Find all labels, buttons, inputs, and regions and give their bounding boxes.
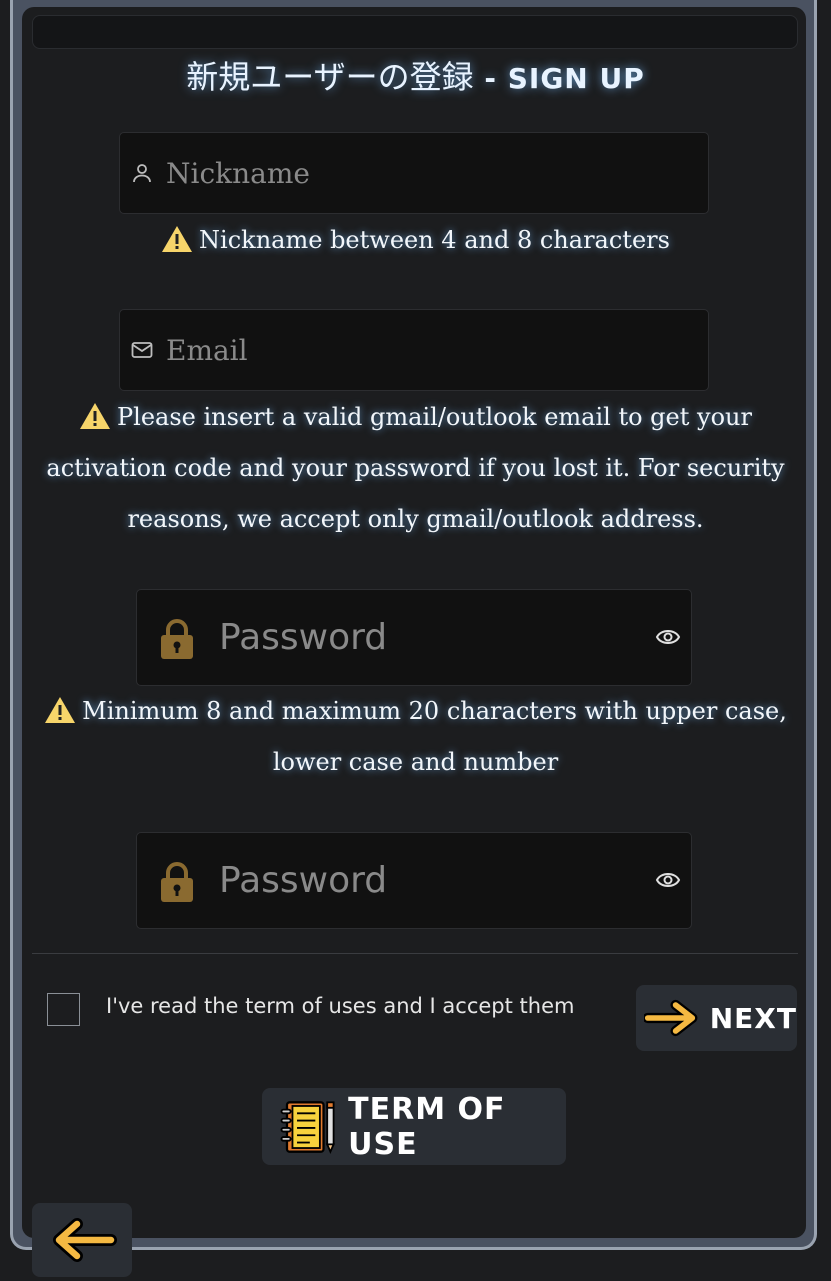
next-button-label: NEXT bbox=[709, 1001, 797, 1035]
mail-icon bbox=[131, 342, 153, 358]
nickname-warning-text: Nickname between 4 and 8 characters bbox=[199, 226, 670, 254]
notebook-icon bbox=[280, 1100, 335, 1154]
password-warning-line: Minimum 8 and maximum 20 characters with… bbox=[0, 686, 831, 737]
email-field bbox=[119, 309, 709, 391]
nickname-warning: Nickname between 4 and 8 characters bbox=[0, 215, 831, 266]
warning-icon bbox=[45, 697, 76, 723]
nickname-field bbox=[119, 132, 709, 214]
divider bbox=[32, 953, 798, 954]
title-separator: - bbox=[473, 62, 508, 95]
arrow-left-icon bbox=[53, 1218, 117, 1262]
eye-icon[interactable] bbox=[655, 626, 681, 648]
top-bar bbox=[32, 15, 798, 49]
password-warning: Minimum 8 and maximum 20 characters with… bbox=[0, 686, 831, 788]
password-warning-text-1: Minimum 8 and maximum 20 characters with… bbox=[82, 697, 787, 725]
next-button[interactable]: NEXT bbox=[636, 985, 797, 1051]
password-field bbox=[136, 589, 692, 686]
title-japanese: 新規ユーザーの登録 bbox=[186, 58, 474, 96]
page-title: 新規ユーザーの登録 - SIGN UP bbox=[0, 52, 831, 98]
password-input[interactable] bbox=[219, 590, 619, 684]
arrow-right-icon bbox=[644, 999, 698, 1037]
user-icon bbox=[133, 164, 151, 183]
email-warning-text-2: activation code and your password if you… bbox=[46, 454, 785, 482]
back-button[interactable] bbox=[32, 1203, 132, 1277]
email-warning-text-3: reasons, we accept only gmail/outlook ad… bbox=[127, 505, 704, 533]
nickname-input[interactable] bbox=[166, 133, 686, 213]
lock-icon bbox=[161, 862, 193, 902]
title-english: SIGN UP bbox=[507, 62, 645, 95]
term-of-use-label: TERM OF USE bbox=[348, 1091, 506, 1162]
email-input[interactable] bbox=[166, 310, 686, 390]
accept-terms-label[interactable]: I've read the term of uses and I accept … bbox=[106, 994, 574, 1018]
lock-icon bbox=[161, 619, 193, 659]
email-warning-text-1: Please insert a valid gmail/outlook emai… bbox=[117, 403, 752, 431]
eye-icon[interactable] bbox=[655, 869, 681, 891]
password-warning-text-2: lower case and number bbox=[272, 748, 559, 776]
warning-icon bbox=[80, 403, 111, 429]
email-warning-line: Please insert a valid gmail/outlook emai… bbox=[0, 392, 831, 443]
accept-terms-checkbox[interactable] bbox=[47, 993, 80, 1026]
password-confirm-field bbox=[136, 832, 692, 929]
warning-icon bbox=[162, 226, 193, 252]
term-of-use-button[interactable]: TERM OF USE bbox=[262, 1088, 566, 1165]
password-confirm-input[interactable] bbox=[219, 833, 619, 927]
email-warning: Please insert a valid gmail/outlook emai… bbox=[0, 392, 831, 545]
